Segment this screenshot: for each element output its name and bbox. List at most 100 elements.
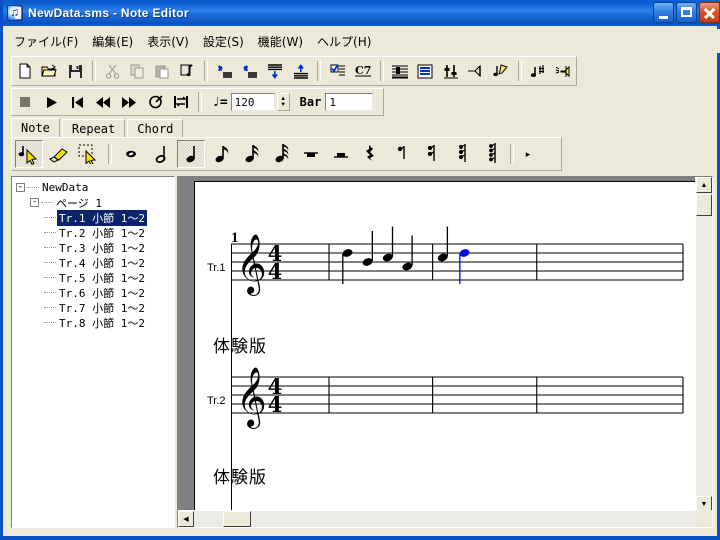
menu-edit[interactable]: 編集(E): [85, 31, 140, 52]
bar-input[interactable]: 1: [325, 93, 374, 111]
note-palette-toolbar: ▸: [11, 137, 562, 171]
tab-note[interactable]: Note: [11, 118, 60, 137]
tab-chord[interactable]: Chord: [127, 119, 184, 137]
select-region-tool[interactable]: [75, 140, 103, 168]
repeat-section-button[interactable]: [169, 90, 193, 114]
volume-icon[interactable]: [464, 59, 487, 83]
horizontal-scrollbar[interactable]: ◀: [178, 510, 697, 527]
tree-item-label: Tr.8 小節 1～2: [59, 316, 145, 330]
tree-connector: [27, 186, 39, 189]
tempo-input[interactable]: 120: [230, 93, 275, 111]
maximize-button[interactable]: [676, 2, 697, 23]
menu-bar: ファイル(F) 編集(E) 表示(V) 設定(S) 機能(W) ヘルプ(H): [6, 29, 720, 53]
scroll-up-button[interactable]: ▲: [696, 177, 712, 193]
staff-tr1[interactable]: 𝄞 44: [195, 212, 696, 342]
whole-note-button[interactable]: [117, 140, 145, 168]
staff-view-icon[interactable]: [389, 59, 412, 83]
tree-item-track-6[interactable]: Tr.6 小節 1～2: [12, 285, 174, 300]
tree-item-track-8[interactable]: Tr.8 小節 1～2: [12, 315, 174, 330]
tab-repeat[interactable]: Repeat: [61, 119, 126, 137]
palette-overflow-button[interactable]: ▸: [522, 149, 534, 160]
list-view-icon[interactable]: [414, 59, 437, 83]
palette-separator-2: [510, 144, 514, 164]
eraser-tool[interactable]: [45, 140, 73, 168]
indent-right-icon[interactable]: [213, 59, 236, 83]
toolbar-separator-3: [317, 61, 322, 81]
stop-button[interactable]: [13, 90, 37, 114]
note-edit-icon[interactable]: [489, 59, 512, 83]
tempo-label: ♩=: [212, 94, 228, 110]
mixer-icon[interactable]: [439, 59, 462, 83]
menu-file[interactable]: ファイル(F): [7, 31, 85, 52]
tree-item-label: Tr.2 小節 1～2: [59, 226, 145, 240]
whole-rest-button[interactable]: [297, 140, 325, 168]
tree-item-track-3[interactable]: Tr.3 小節 1～2: [12, 240, 174, 255]
rewind-to-start-button[interactable]: [65, 90, 89, 114]
thirtysecond-note-button[interactable]: [267, 140, 295, 168]
tree-node-root[interactable]: - NewData: [12, 177, 174, 195]
sound-note-icon[interactable]: [552, 59, 575, 83]
new-file-icon[interactable]: [13, 59, 36, 83]
copy-icon[interactable]: [126, 59, 149, 83]
eighth-note-button[interactable]: [207, 140, 235, 168]
note-pointer-tool[interactable]: [15, 140, 43, 168]
chord-c7-icon[interactable]: C7: [351, 59, 374, 83]
loop-button[interactable]: [143, 90, 167, 114]
vertical-scroll-thumb[interactable]: [696, 194, 712, 216]
sharp-note-icon[interactable]: [527, 59, 550, 83]
svg-text:C7: C7: [355, 64, 371, 77]
menu-help[interactable]: ヘルプ(H): [310, 31, 378, 52]
open-file-icon[interactable]: [38, 59, 61, 83]
horizontal-scroll-thumb[interactable]: [223, 511, 251, 527]
window-controls: [653, 2, 720, 23]
paste-icon[interactable]: [151, 59, 174, 83]
toolbar-separator-2: [204, 61, 209, 81]
minimize-button[interactable]: [653, 2, 674, 23]
tempo-spinner[interactable]: ▲ ▼: [276, 93, 290, 111]
quarter-note-button[interactable]: [177, 140, 205, 168]
toolbar-separator-6: [198, 92, 202, 112]
project-tree[interactable]: - NewData - ページ 1 Tr.1 小節 1～2 Tr.2 小節 1～…: [11, 176, 175, 528]
tree-item-track-5[interactable]: Tr.5 小節 1～2: [12, 270, 174, 285]
menu-view[interactable]: 表示(V): [140, 31, 196, 52]
vertical-scrollbar[interactable]: ▲ ▼: [695, 177, 712, 512]
scroll-left-button[interactable]: ◀: [178, 511, 194, 527]
fast-forward-button[interactable]: [117, 90, 141, 114]
eighth-rest-button[interactable]: [387, 140, 415, 168]
quarter-rest-button[interactable]: [357, 140, 385, 168]
move-down-icon[interactable]: [264, 59, 287, 83]
sixteenth-rest-button[interactable]: [417, 140, 445, 168]
thirtysecond-rest-button[interactable]: [447, 140, 475, 168]
score-view[interactable]: 1 Tr.1 𝄞 4 4 体験版 Tr.2 𝄞 4 4 体験版 ▲ ▼ ◀: [177, 176, 713, 528]
expander-icon[interactable]: -: [16, 183, 25, 192]
indent-left-icon[interactable]: [239, 59, 262, 83]
tree-item-track-1[interactable]: Tr.1 小節 1～2: [12, 209, 174, 226]
move-up-icon[interactable]: [289, 59, 312, 83]
check-list-icon[interactable]: [326, 59, 349, 83]
tree-item-label: Tr.6 小節 1～2: [59, 286, 145, 300]
scrollbar-corner: [695, 510, 712, 527]
save-file-icon[interactable]: [63, 59, 86, 83]
tree-node-page[interactable]: - ページ 1: [12, 195, 174, 210]
play-button[interactable]: [39, 90, 63, 114]
cut-icon[interactable]: [101, 59, 124, 83]
half-note-button[interactable]: [147, 140, 175, 168]
tree-item-track-2[interactable]: Tr.2 小節 1～2: [12, 225, 174, 240]
sixtyfourth-rest-button[interactable]: [477, 140, 505, 168]
sixteenth-note-button[interactable]: [237, 140, 265, 168]
close-button[interactable]: [699, 2, 720, 23]
tree-connector: [44, 291, 56, 294]
score-page[interactable]: 1 Tr.1 𝄞 4 4 体験版 Tr.2 𝄞 4 4 体験版: [194, 181, 696, 511]
bar-label: Bar: [299, 95, 322, 109]
expander-icon[interactable]: -: [30, 198, 39, 207]
transport-toolbar: ♩= 120 ▲ ▼ Bar 1: [11, 88, 384, 116]
menu-settings[interactable]: 設定(S): [196, 31, 251, 52]
tree-item-track-7[interactable]: Tr.7 小節 1～2: [12, 300, 174, 315]
staff-tr2[interactable]: 𝄞 44: [195, 345, 696, 475]
menu-function[interactable]: 機能(W): [251, 31, 310, 52]
paste-note-icon[interactable]: [176, 59, 199, 83]
tree-item-track-4[interactable]: Tr.4 小節 1～2: [12, 255, 174, 270]
rewind-button[interactable]: [91, 90, 115, 114]
tree-item-label: Tr.3 小節 1～2: [59, 241, 145, 255]
half-rest-button[interactable]: [327, 140, 355, 168]
